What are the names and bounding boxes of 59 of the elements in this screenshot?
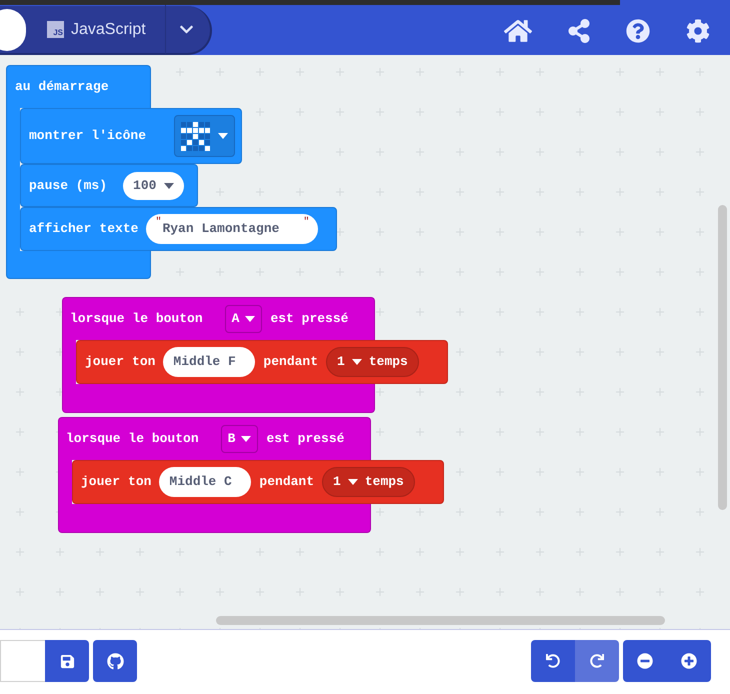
- play-tone-block[interactable]: jouer ton Middle F pendant 1 temps: [76, 340, 448, 384]
- block-label: au démarrage: [15, 78, 109, 96]
- quote-mark: ": [155, 216, 162, 230]
- settings-icon[interactable]: [686, 18, 710, 42]
- number-dropdown[interactable]: 100: [123, 172, 184, 200]
- block-label: est pressé: [270, 310, 348, 328]
- caret-icon: [348, 479, 358, 485]
- text-input[interactable]: "Ryan Lamontagne ": [146, 214, 318, 244]
- note-field[interactable]: Middle C: [159, 467, 252, 497]
- block-label: ton: [128, 473, 152, 492]
- caret-icon: [352, 359, 362, 365]
- language-menu[interactable]: JS JavaScript: [0, 6, 212, 55]
- beats-dropdown[interactable]: 1 temps: [322, 467, 415, 497]
- project-name-field[interactable]: [0, 640, 45, 682]
- show-string-block[interactable]: afficher texte "Ryan Lamontagne ": [20, 207, 337, 251]
- zoom-in-icon: [681, 653, 697, 669]
- block-label: ton: [132, 353, 156, 372]
- note-field[interactable]: Middle F: [163, 347, 256, 377]
- button-dropdown[interactable]: A: [224, 305, 262, 333]
- save-button[interactable]: [45, 640, 89, 682]
- play-tone-block[interactable]: jouer ton Middle C pendant 1 temps: [72, 460, 444, 504]
- caret-icon: [245, 316, 256, 322]
- pause-block[interactable]: pause (ms) 100: [20, 164, 198, 207]
- redo-icon: [590, 654, 604, 668]
- icon-picker[interactable]: [174, 115, 236, 157]
- show-icon-block[interactable]: montrer l'icône: [20, 108, 242, 164]
- horizontal-scrollbar[interactable]: [216, 616, 665, 625]
- block-label: est pressé: [266, 430, 344, 448]
- block-label: lorsque le bouton: [70, 310, 203, 328]
- zoom-out-icon: [637, 653, 653, 669]
- block-label: montrer l'icône: [29, 127, 146, 146]
- block-label: lorsque le bouton: [66, 430, 199, 448]
- block-label: pendant: [263, 353, 318, 372]
- home-icon[interactable]: [504, 18, 532, 44]
- caret-icon: [164, 182, 174, 188]
- block-label: afficher: [29, 220, 92, 238]
- block-label: jouer: [85, 353, 124, 372]
- help-icon[interactable]: [626, 18, 650, 42]
- block-label: jouer: [81, 473, 120, 492]
- github-icon: [106, 652, 124, 670]
- beats-dropdown[interactable]: 1 temps: [326, 347, 419, 377]
- save-icon: [60, 654, 74, 668]
- quote-mark: ": [303, 216, 310, 230]
- block-label: texte: [99, 220, 138, 238]
- share-icon[interactable]: [568, 18, 590, 42]
- undo-icon: [546, 654, 560, 668]
- caret-icon: [241, 436, 252, 442]
- language-label: JavaScript: [71, 20, 146, 40]
- start-block[interactable]: au démarrage: [6, 65, 151, 108]
- block-label: pause (ms): [29, 176, 108, 195]
- block-label: pendant: [259, 473, 314, 492]
- caret-icon: [218, 133, 228, 139]
- undo-button[interactable]: [531, 640, 575, 682]
- js-icon: JS: [47, 21, 64, 38]
- button-dropdown[interactable]: B: [220, 425, 258, 453]
- vertical-scrollbar[interactable]: [718, 205, 727, 510]
- github-button[interactable]: [93, 640, 137, 682]
- button-event-block[interactable]: lorsque le bouton A est pressé: [62, 297, 375, 340]
- button-event-block[interactable]: lorsque le bouton B est pressé: [58, 417, 371, 460]
